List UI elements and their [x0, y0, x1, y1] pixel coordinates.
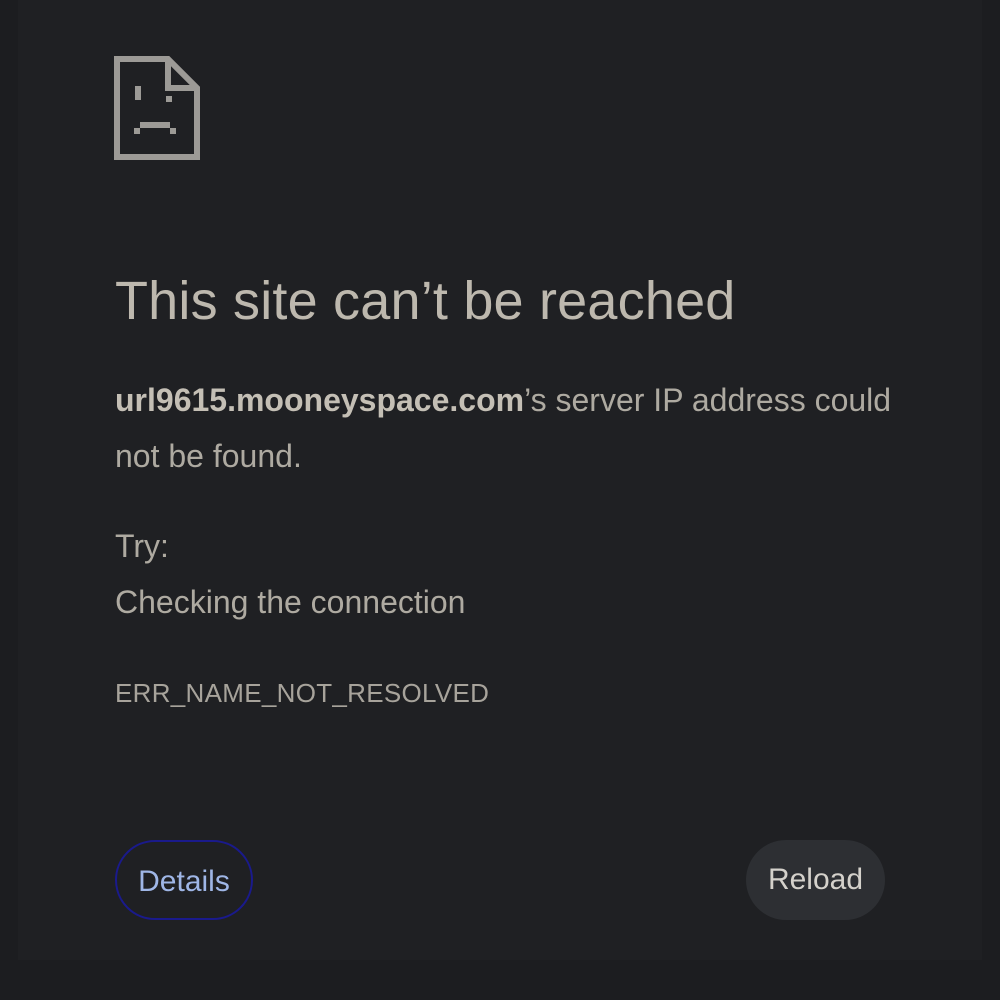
error-code: ERR_NAME_NOT_RESOLVED — [115, 678, 490, 708]
try-label: Try: — [115, 528, 169, 564]
details-button[interactable]: Details — [115, 840, 253, 920]
suggestion-item: Checking the connection — [115, 584, 466, 620]
sad-page-icon — [114, 56, 200, 160]
reload-button[interactable]: Reload — [746, 840, 885, 920]
page-title: This site can’t be reached — [115, 271, 736, 331]
error-page: This site can’t be reached url9615.moone… — [0, 0, 1000, 1000]
hostname: url9615.mooneyspace.com — [115, 382, 525, 418]
error-description: url9615.mooneyspace.com’s server IP addr… — [115, 372, 895, 484]
